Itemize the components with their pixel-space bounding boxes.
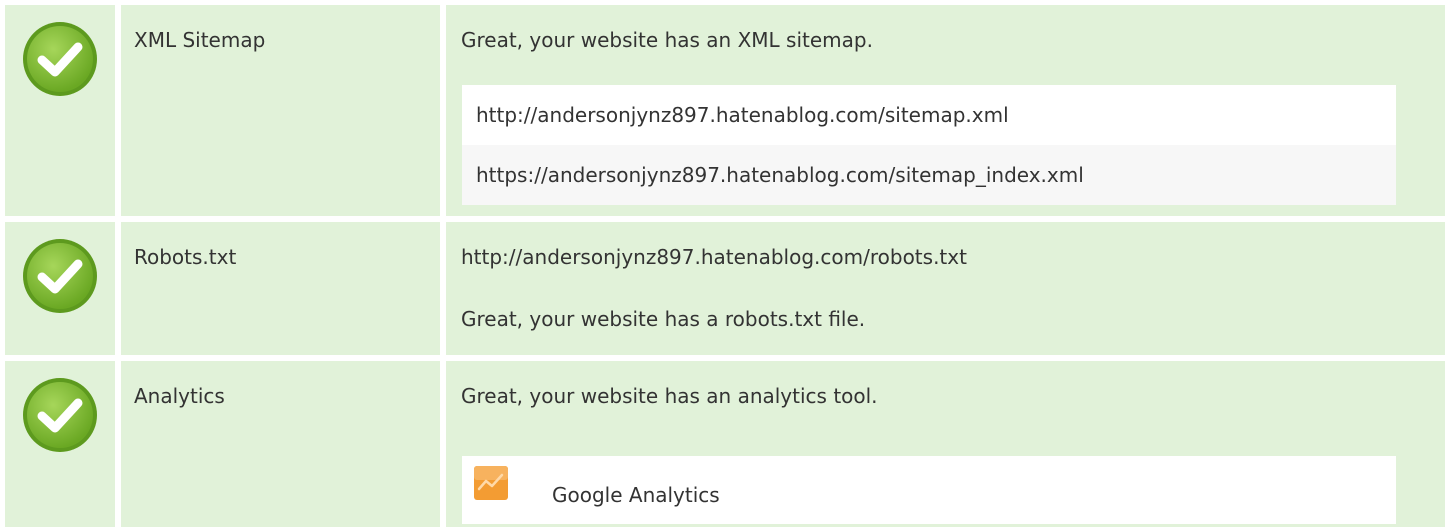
check-circle-icon [23,378,97,452]
sitemap-url-list: http://andersonjynz897.hatenablog.com/si… [462,85,1396,205]
robots-content-cell: http://andersonjynz897.hatenablog.com/ro… [446,222,1445,355]
check-circle-icon [23,22,97,96]
sitemap-message: Great, your website has an XML sitemap. [461,28,873,52]
analytics-tool-name: Google Analytics [552,483,720,507]
analytics-label: Analytics [134,384,225,408]
analytics-label-cell: Analytics [121,361,440,527]
sitemap-url-item: http://andersonjynz897.hatenablog.com/si… [462,85,1396,145]
google-analytics-icon [474,466,508,500]
analytics-tool-item: Google Analytics [462,456,1396,524]
robots-label: Robots.txt [134,245,237,269]
analytics-row: Analytics Great, your website has an ana… [0,361,1445,527]
analytics-message: Great, your website has an analytics too… [461,384,878,408]
robots-row: Robots.txt http://andersonjynz897.hatena… [0,222,1445,355]
sitemap-content-cell: Great, your website has an XML sitemap. … [446,5,1445,216]
robots-label-cell: Robots.txt [121,222,440,355]
sitemap-label-cell: XML Sitemap [121,5,440,216]
robots-message: Great, your website has a robots.txt fil… [461,307,866,331]
robots-status-cell [5,222,115,355]
sitemap-label: XML Sitemap [134,28,266,52]
check-circle-icon [23,239,97,313]
robots-url: http://andersonjynz897.hatenablog.com/ro… [461,245,967,269]
analytics-content-cell: Great, your website has an analytics too… [446,361,1445,527]
sitemap-url-item: https://andersonjynz897.hatenablog.com/s… [462,145,1396,205]
seo-report: XML Sitemap Great, your website has an X… [0,0,1445,527]
sitemap-status-cell [5,5,115,216]
analytics-status-cell [5,361,115,527]
sitemap-row: XML Sitemap Great, your website has an X… [0,5,1445,216]
